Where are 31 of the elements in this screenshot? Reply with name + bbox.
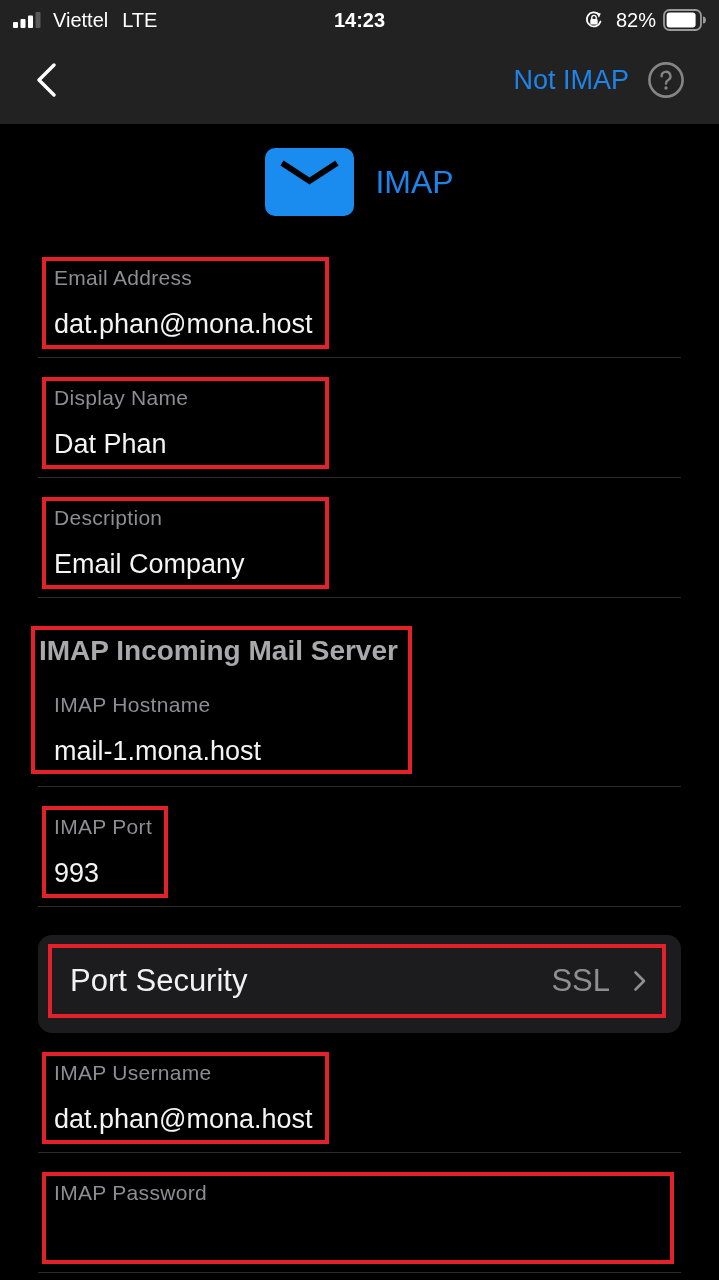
input-field[interactable]: 993 [54,856,152,890]
carrier-name: Viettel [53,8,109,32]
account-type-title: IMAP [375,163,454,202]
battery-icon [663,9,706,31]
field-label: Description [54,505,164,531]
rotation-lock-icon [583,10,604,30]
field-label: IMAP Hostname [54,692,212,718]
row-label: Port Security [70,962,249,1000]
field-label: IMAP Username [54,1060,213,1086]
section-heading: IMAP Incoming Mail Server [39,634,398,668]
status-time: 14:23 [333,8,386,32]
nav-action-button[interactable]: Not IMAP [513,63,629,97]
input-field[interactable]: Email Company [54,547,313,581]
chevron-left-icon [36,63,56,97]
help-icon[interactable] [648,62,684,98]
input-field[interactable]: dat.phan@mona.host [54,307,313,341]
input-field[interactable]: dat.phan@mona.host [54,1102,313,1136]
network-type: LTE [122,8,158,32]
chevron-right-icon [633,970,647,992]
input-field[interactable]: Dat Phan [54,427,313,461]
field-label: IMAP Password [54,1180,208,1206]
select-row[interactable]: Port Security SSL [38,935,681,1033]
envelope-icon [265,148,355,216]
field-label: IMAP Port [54,814,152,840]
signal-icon [13,12,41,28]
field-label: Display Name [54,385,190,411]
field-label: Email Address [54,265,194,291]
battery-percentage: 82% [615,8,656,32]
back-button[interactable] [36,63,56,97]
row-value: SSL [551,962,610,1000]
input-field[interactable]: mail-1.mona.host [54,734,398,768]
